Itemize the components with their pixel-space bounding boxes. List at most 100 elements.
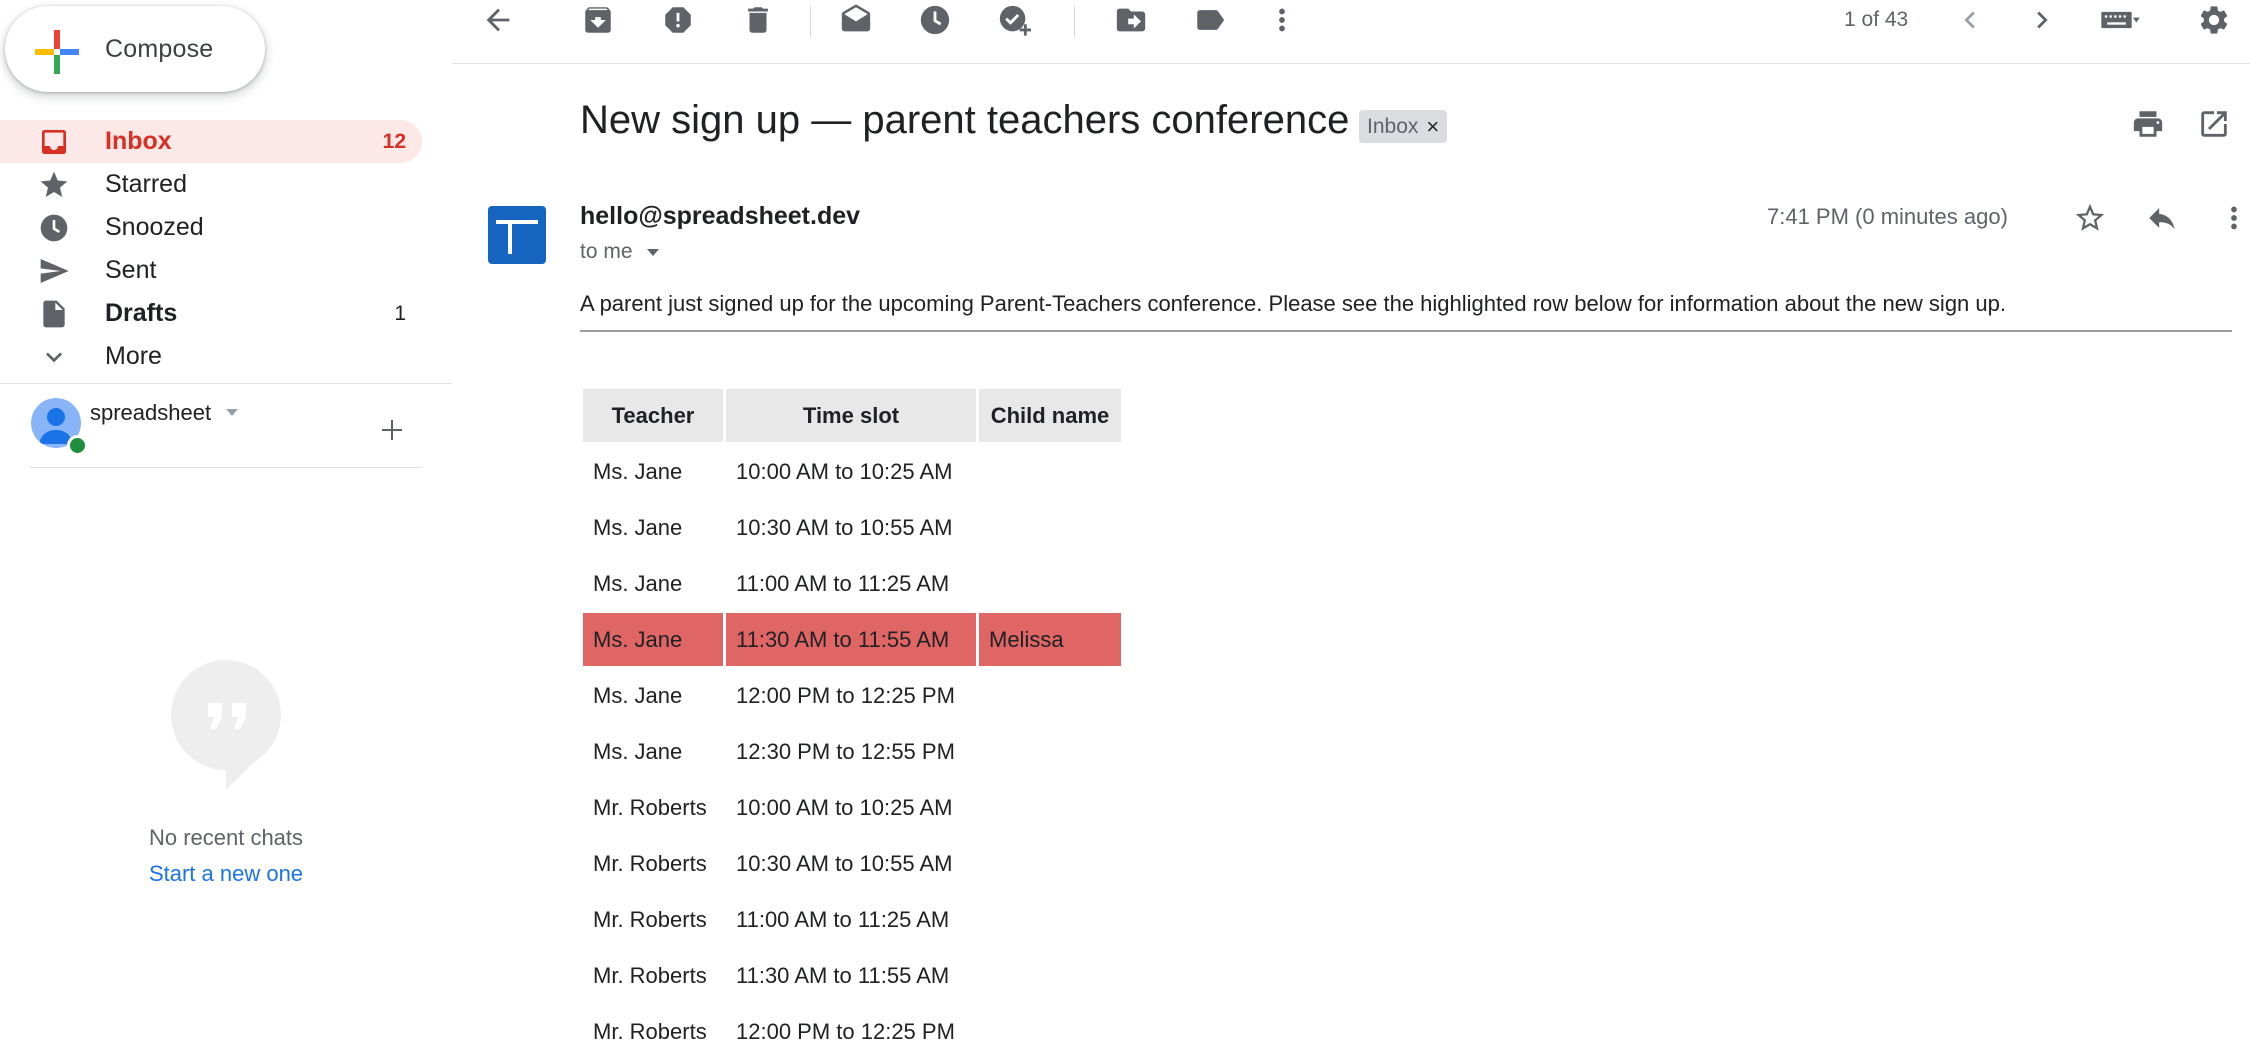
cell-time-slot: 11:30 AM to 11:55 AM	[726, 613, 976, 666]
signup-table: Teacher Time slot Child name Ms. Jane 10:…	[580, 386, 1124, 1054]
mark-unread-button[interactable]	[832, 0, 880, 40]
cell-time-slot: 11:00 AM to 11:25 AM	[736, 906, 950, 932]
chat-bubble-icon	[171, 660, 281, 790]
table-header-row: Teacher Time slot Child name	[583, 389, 1121, 442]
nav-list: Inbox 12 Starred Snoozed Sent Drafts 1 M…	[0, 120, 452, 378]
archive-button[interactable]	[574, 0, 622, 40]
sidebar-item-snoozed[interactable]: Snoozed	[0, 206, 422, 249]
header-time-slot: Time slot	[726, 389, 976, 442]
star-icon	[40, 171, 68, 197]
sidebar-item-drafts[interactable]: Drafts 1	[0, 292, 422, 335]
cell-child-name	[979, 557, 1121, 610]
reply-button[interactable]	[2142, 198, 2182, 238]
mark-unread-icon	[841, 4, 871, 32]
back-button[interactable]	[474, 0, 522, 40]
print-all-button[interactable]	[2128, 104, 2168, 144]
pager-count: 1 of 43	[1844, 8, 1909, 31]
draft-icon	[43, 300, 65, 328]
cell-time-slot: 10:30 AM to 10:55 AM	[736, 850, 953, 876]
sidebar-item-label: Starred	[105, 170, 187, 198]
table-row: Mr. Roberts 10:00 AM to 10:25 AM	[583, 781, 1121, 834]
cell-child-name	[979, 501, 1121, 554]
cell-time-slot: 12:00 PM to 12:25 PM	[736, 1018, 955, 1044]
cell-time-slot: 12:00 PM to 12:25 PM	[736, 682, 955, 708]
sidebar-item-starred[interactable]: Starred	[0, 163, 422, 206]
recipient-details-toggle[interactable]: to me	[580, 240, 661, 264]
more-options-button[interactable]	[1258, 0, 1306, 40]
chevron-right-icon	[2037, 11, 2048, 29]
cell-child-name	[979, 949, 1121, 1002]
sender-email[interactable]: hello@spreadsheet.dev	[580, 202, 860, 231]
settings-button[interactable]	[2190, 0, 2238, 40]
sidebar-item-label: Sent	[105, 256, 157, 284]
cell-teacher: Mr. Roberts	[593, 850, 707, 876]
compose-button[interactable]: Compose	[5, 6, 265, 92]
move-to-button[interactable]	[1107, 0, 1155, 40]
message-view: New sign up — parent teachers conference…	[452, 64, 2250, 1054]
cell-teacher: Ms. Jane	[583, 613, 723, 666]
newer-button[interactable]	[1946, 0, 1994, 40]
add-to-tasks-button[interactable]	[990, 0, 1038, 40]
table-row: Ms. Jane 11:00 AM to 11:25 AM	[583, 557, 1121, 610]
sidebar-item-label: Snoozed	[105, 213, 204, 241]
cell-time-slot: 11:30 AM to 11:55 AM	[736, 962, 950, 988]
table-row-highlighted: Ms. Jane 11:30 AM to 11:55 AM Melissa	[583, 613, 1121, 666]
new-window-button[interactable]	[2194, 104, 2234, 144]
cell-teacher: Ms. Jane	[593, 682, 683, 708]
message-more-button[interactable]	[2214, 198, 2250, 238]
start-new-chat-link[interactable]: Start a new one	[0, 861, 452, 887]
sidebar-item-label: Drafts	[105, 299, 178, 327]
cell-time-slot: 10:00 AM to 10:25 AM	[736, 794, 953, 820]
table-row: Mr. Roberts 11:30 AM to 11:55 AM	[583, 949, 1121, 1002]
delete-icon	[748, 7, 768, 33]
input-tools-button[interactable]	[2090, 0, 2150, 40]
table-row: Ms. Jane 10:00 AM to 10:25 AM	[583, 445, 1121, 498]
archive-icon	[585, 7, 611, 33]
add-icon[interactable]	[376, 414, 408, 446]
account-divider	[30, 467, 422, 468]
sidebar-item-inbox[interactable]: Inbox 12	[0, 120, 422, 163]
table-body: Ms. Jane 10:00 AM to 10:25 AM Ms. Jane 10:3…	[583, 445, 1121, 1054]
label-chip-text: Inbox	[1367, 115, 1419, 138]
compose-label: Compose	[105, 35, 214, 63]
report-spam-button[interactable]	[654, 0, 702, 40]
account-name[interactable]: spreadsheet	[90, 390, 211, 436]
remove-label-icon[interactable]: ×	[1426, 110, 1439, 143]
cell-time-slot: 12:30 PM to 12:55 PM	[736, 738, 955, 764]
sidebar-item-label: More	[105, 342, 162, 370]
sidebar-item-more[interactable]: More	[0, 335, 422, 378]
caret-down-icon[interactable]	[224, 406, 240, 418]
sidebar-item-sent[interactable]: Sent	[0, 249, 422, 292]
hangouts-account-row[interactable]: spreadsheet	[0, 390, 452, 460]
cell-time-slot: 10:00 AM to 10:25 AM	[736, 458, 953, 484]
compose-plus-icon	[35, 30, 79, 74]
sender-avatar[interactable]	[488, 206, 546, 264]
inbox-label-chip[interactable]: Inbox ×	[1359, 110, 1448, 143]
label-button[interactable]	[1186, 0, 1234, 40]
cell-time-slot: 10:30 AM to 10:55 AM	[736, 514, 953, 540]
toolbar-separator	[810, 6, 811, 38]
header-child-name: Child name	[979, 389, 1121, 442]
snooze-button[interactable]	[911, 0, 959, 40]
table-row: Ms. Jane 12:00 PM to 12:25 PM	[583, 669, 1121, 722]
cell-child-name: Melissa	[979, 613, 1121, 666]
keyboard-icon	[2101, 11, 2140, 29]
cell-teacher: Ms. Jane	[593, 570, 683, 596]
cell-child-name	[979, 1005, 1121, 1054]
table-row: Mr. Roberts 12:00 PM to 12:25 PM	[583, 1005, 1121, 1054]
delete-button[interactable]	[734, 0, 782, 40]
star-button[interactable]	[2070, 198, 2110, 238]
cell-child-name	[979, 781, 1121, 834]
cell-teacher: Mr. Roberts	[593, 1018, 707, 1044]
more-vert-icon	[2231, 206, 2237, 230]
older-button[interactable]	[2018, 0, 2066, 40]
draft-count: 1	[394, 302, 406, 325]
snooze-icon	[920, 5, 950, 35]
label-icon	[1197, 10, 1225, 30]
print-icon	[2133, 111, 2163, 137]
table-row: Ms. Jane 10:30 AM to 10:55 AM	[583, 501, 1121, 554]
sidebar-item-label: Inbox	[105, 127, 172, 155]
to-me-label: to me	[580, 240, 633, 263]
cell-teacher: Ms. Jane	[593, 514, 683, 540]
chevron-left-icon	[1964, 11, 1975, 29]
